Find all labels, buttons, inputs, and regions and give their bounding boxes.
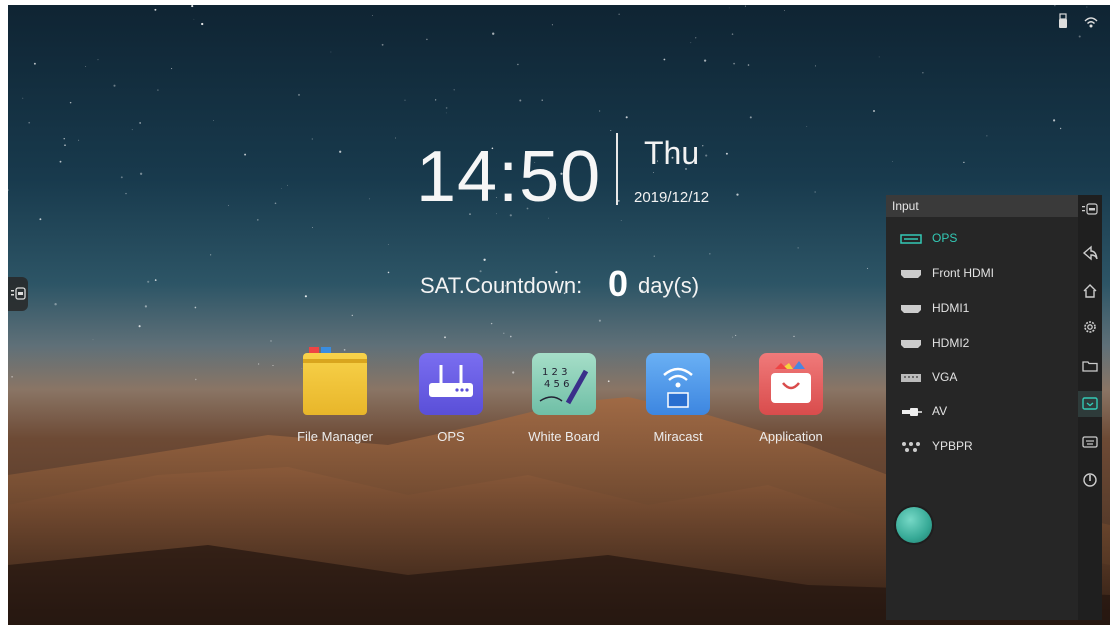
settings-icon[interactable] (1082, 319, 1098, 335)
whiteboard-icon: 1 2 34 5 6 (532, 353, 596, 415)
app-application[interactable]: Application (741, 353, 841, 444)
input-label: Front HDMI (932, 266, 995, 280)
vga-port-icon (900, 371, 922, 383)
hdmi-port-icon (900, 302, 922, 314)
right-sidebar (1078, 195, 1102, 620)
input-hdmi1[interactable]: HDMI1 (900, 298, 969, 318)
countdown-value: 0 (608, 263, 629, 304)
network-icon (1084, 13, 1098, 29)
input-source-icon[interactable] (1078, 391, 1102, 417)
input-ypbpr[interactable]: YPBPR (900, 436, 973, 456)
miracast-icon (646, 353, 710, 415)
app-label: White Board (528, 429, 600, 444)
keyboard-icon[interactable] (1082, 434, 1098, 450)
hdmi-port-icon (900, 337, 922, 349)
input-vga[interactable]: VGA (900, 367, 957, 387)
input-label: VGA (932, 370, 958, 384)
app-miracast[interactable]: Miracast (628, 353, 728, 444)
input-label: HDMI2 (932, 336, 970, 350)
floating-assist-knob[interactable] (896, 507, 932, 543)
svg-text:4 5 6: 4 5 6 (544, 379, 569, 390)
countdown-label: SAT.Countdown: (420, 273, 583, 298)
app-label: Application (759, 429, 823, 444)
app-label: OPS (437, 429, 465, 444)
left-menu-toggle[interactable] (8, 277, 28, 311)
input-ops[interactable]: OPS (900, 228, 957, 248)
status-bar (1056, 13, 1098, 29)
toolbox-icon (759, 353, 823, 415)
app-white-board[interactable]: 1 2 34 5 6 White Board (514, 353, 614, 444)
menu-toggle-icon[interactable] (1082, 201, 1098, 217)
folder-icon (303, 347, 367, 415)
av-port-icon (900, 405, 922, 417)
menu-toggle-icon (11, 287, 26, 300)
input-hdmi2[interactable]: HDMI2 (900, 333, 969, 353)
app-file-manager[interactable]: File Manager (285, 347, 385, 444)
input-label: HDMI1 (932, 301, 970, 315)
svg-text:1 2 3: 1 2 3 (542, 367, 567, 378)
power-icon[interactable] (1082, 472, 1098, 488)
back-icon[interactable] (1082, 245, 1098, 261)
hdmi-port-icon (900, 267, 922, 279)
ops-port-icon (900, 232, 922, 244)
countdown-unit: day(s) (638, 273, 700, 298)
folder-icon[interactable] (1082, 358, 1098, 374)
clock-divider (616, 133, 618, 205)
input-label: AV (932, 404, 948, 418)
ypbpr-port-icon (900, 440, 922, 452)
input-av[interactable]: AV (900, 401, 947, 421)
usb-icon (1056, 13, 1070, 29)
app-ops[interactable]: OPS (401, 353, 501, 444)
app-label: File Manager (297, 429, 373, 444)
router-icon (419, 353, 483, 415)
input-label: YPBPR (932, 439, 973, 453)
app-label: Miracast (653, 429, 703, 444)
input-label: OPS (932, 231, 958, 245)
input-source-panel: Input OPS Front HDMI HDMI1 HDMI2 VGA AV … (886, 195, 1078, 620)
input-front-hdmi[interactable]: Front HDMI (900, 263, 994, 283)
panel-title: Input (886, 195, 1078, 217)
clock-day: Thu (644, 135, 700, 171)
clock-time: 14:50 (416, 137, 602, 217)
home-icon[interactable] (1082, 283, 1098, 299)
clock-date: 2019/12/12 (634, 189, 710, 206)
